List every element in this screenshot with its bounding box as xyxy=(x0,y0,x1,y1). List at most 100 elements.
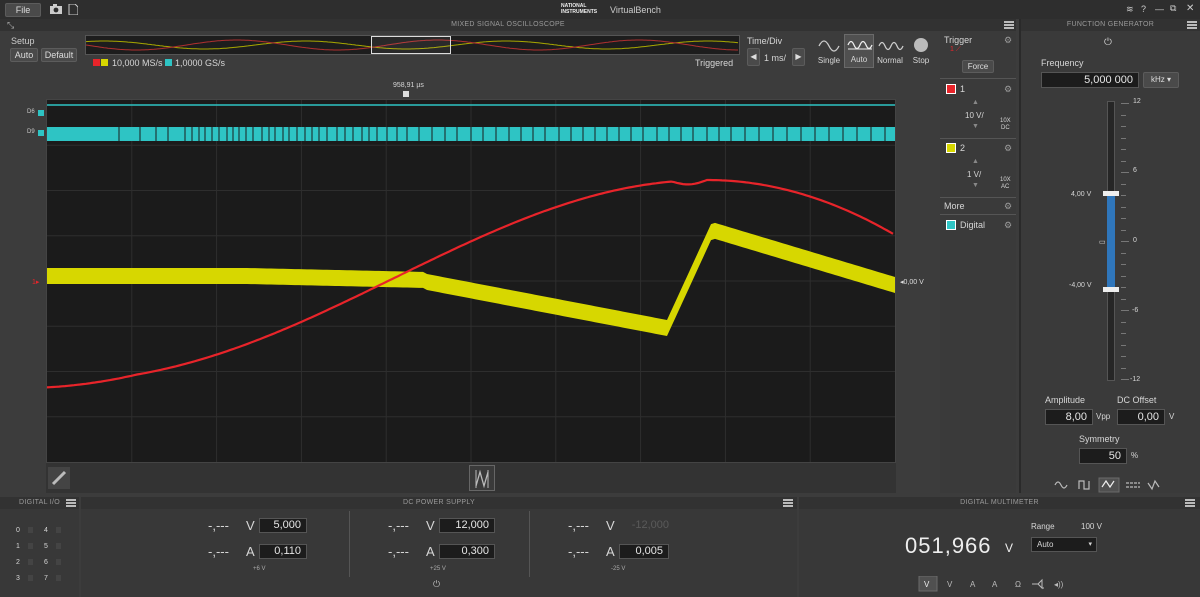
ch2-scale[interactable]: 1 V/ xyxy=(967,170,981,179)
stop-button[interactable]: Stop xyxy=(908,36,934,68)
amplitude-high-handle[interactable] xyxy=(1103,191,1119,196)
symmetry-input[interactable]: 50 xyxy=(1079,448,1127,464)
psu-6v-voltage-setpoint[interactable]: 5,000 xyxy=(259,518,307,533)
amplitude-input[interactable]: 8,00 xyxy=(1045,409,1093,425)
frequency-unit-select[interactable]: kHz ▾ xyxy=(1143,72,1179,88)
psu-25v-voltage-setpoint[interactable]: 12,000 xyxy=(439,518,495,533)
digital-enable-checkbox[interactable] xyxy=(946,220,956,230)
timediv-value[interactable]: 1 ms/ xyxy=(764,53,786,63)
resistance-mode-icon: Ω xyxy=(1015,580,1021,589)
measure-ruler-icon[interactable] xyxy=(48,467,70,489)
ch1-probe: 10X xyxy=(1000,118,1011,124)
dmm-range-value: 100 V xyxy=(1081,522,1102,531)
psu-6v-current-limit[interactable]: 0,110 xyxy=(259,544,307,559)
offset-handle-icon[interactable]: ▭ xyxy=(1099,238,1106,246)
slider-tick xyxy=(1121,160,1126,162)
psu-menu-icon[interactable] xyxy=(783,499,793,507)
dio-pin-3[interactable]: 3 xyxy=(16,571,26,587)
slider-tick xyxy=(1121,298,1126,300)
dio-pin-0[interactable]: 0 xyxy=(16,523,26,539)
collapse-arrows-icon[interactable]: ⤡ xyxy=(7,20,14,31)
more-settings-gear-icon[interactable]: ⚙ xyxy=(1004,201,1012,212)
auto-setup-button[interactable]: Auto xyxy=(10,48,38,62)
function-generator-panel: FUNCTION GENERATOR ⏻ Frequency 5,000 000… xyxy=(1019,19,1200,493)
ch2-settings-gear-icon[interactable]: ⚙ xyxy=(1004,143,1012,154)
psu-neg25v-voltage-setpoint[interactable]: -12,000 xyxy=(619,518,669,533)
auto-mode-button[interactable]: Auto xyxy=(844,34,874,68)
timediv-increase-button[interactable]: ▶ xyxy=(792,48,805,66)
sweep-wave-icon xyxy=(1147,479,1160,491)
psu-neg25v-current-limit[interactable]: 0,005 xyxy=(619,544,669,559)
dmm-menu-icon[interactable] xyxy=(1185,499,1195,507)
dio-pin-5[interactable]: 5 xyxy=(44,539,54,555)
dio-pin-6[interactable]: 6 xyxy=(44,555,54,571)
ch2-label: 2 xyxy=(960,143,966,153)
ch2-enable-checkbox[interactable] xyxy=(946,143,956,153)
restore-icon[interactable]: ⧉ xyxy=(1170,3,1176,14)
dc-offset-input[interactable]: 0,00 xyxy=(1117,409,1165,425)
dio-pin-2[interactable]: 2 xyxy=(16,555,26,571)
trigger-time-marker[interactable] xyxy=(403,91,409,97)
force-trigger-button[interactable]: Force xyxy=(962,60,994,73)
dio-pin-7[interactable]: 7 xyxy=(44,571,54,587)
normal-mode-button[interactable]: Normal xyxy=(876,36,904,68)
ch1-scale-up-icon[interactable]: ▲ xyxy=(972,99,979,106)
dmm-mode-selector: V V A A Ω ◂)) xyxy=(917,575,1077,592)
psu-channel-6v: -,--- V 5,000 -,--- A 0,110 +6 V xyxy=(128,518,328,578)
psu-25v-current-limit[interactable]: 0,300 xyxy=(439,544,495,559)
amplitude-low-handle[interactable] xyxy=(1103,287,1119,292)
ch1-settings-gear-icon[interactable]: ⚙ xyxy=(1004,84,1012,95)
file-menu-button[interactable]: File xyxy=(5,3,41,17)
overview-strip[interactable] xyxy=(85,35,740,55)
ch2-scale-up-icon[interactable]: ▲ xyxy=(972,158,979,165)
fgen-power-icon[interactable]: ⏻ xyxy=(1104,37,1112,48)
diode-mode-icon xyxy=(1032,578,1044,590)
close-icon[interactable]: ✕ xyxy=(1186,3,1194,14)
help-icon[interactable]: ? xyxy=(1141,4,1146,14)
dmm-range-select[interactable]: Auto ▾ xyxy=(1031,537,1097,552)
ch1-offset-marker[interactable]: 1▸ xyxy=(32,278,39,286)
scale-label-12: 12 xyxy=(1133,98,1141,105)
waveform-display[interactable] xyxy=(46,99,896,463)
symmetry-label: Symmetry xyxy=(1079,434,1120,444)
camera-icon[interactable] xyxy=(50,4,62,14)
sine-wave-icon xyxy=(1054,481,1068,489)
cursor-tool-icon[interactable] xyxy=(469,465,495,491)
psu-power-icon[interactable]: ⏻ xyxy=(433,579,440,590)
digital-multimeter-panel: DIGITAL MULTIMETER 051,966 V Range 100 V… xyxy=(799,497,1200,597)
dio-menu-icon[interactable] xyxy=(66,499,76,507)
more-label[interactable]: More xyxy=(944,201,965,211)
single-mode-button[interactable]: Single xyxy=(815,36,843,68)
dc-wave-icon xyxy=(1126,482,1140,488)
dmm-title: DIGITAL MULTIMETER xyxy=(960,499,1039,506)
digital-settings-gear-icon[interactable]: ⚙ xyxy=(1004,220,1012,231)
minimize-icon[interactable]: — xyxy=(1155,4,1164,14)
trigger-settings-gear-icon[interactable]: ⚙ xyxy=(1004,35,1012,46)
overview-window[interactable] xyxy=(371,36,451,54)
slider-tick xyxy=(1121,287,1126,288)
timediv-decrease-button[interactable]: ◀ xyxy=(747,48,760,66)
wifi-icon[interactable]: ≋ xyxy=(1126,4,1134,15)
dio-pin-4[interactable]: 4 xyxy=(44,523,54,539)
ch2-scale-down-icon[interactable]: ▼ xyxy=(972,182,979,189)
dio-pin-1[interactable]: 1 xyxy=(16,539,26,555)
continuity-mode-icon: ◂)) xyxy=(1054,580,1064,589)
default-setup-button[interactable]: Default xyxy=(41,48,77,62)
ch1-enable-checkbox[interactable] xyxy=(946,84,956,94)
scope-menu-icon[interactable] xyxy=(1004,21,1014,29)
ch1-label: 1 xyxy=(960,84,966,94)
psu-6v-measured-current: -,--- xyxy=(208,544,229,559)
trigger-level-marker[interactable]: ◂0,00 V xyxy=(900,278,924,286)
fgen-header: FUNCTION GENERATOR xyxy=(1021,19,1200,31)
ch1-scale[interactable]: 10 V/ xyxy=(965,111,984,120)
scope-header: MIXED SIGNAL OSCILLOSCOPE xyxy=(0,19,1016,31)
frequency-input[interactable]: 5,000 000 xyxy=(1041,72,1139,88)
slider-tick xyxy=(1121,356,1126,357)
slider-tick xyxy=(1121,275,1126,277)
document-icon[interactable] xyxy=(68,4,78,15)
slider-tick xyxy=(1121,252,1126,254)
fgen-menu-icon[interactable] xyxy=(1187,21,1197,29)
ch1-scale-down-icon[interactable]: ▼ xyxy=(972,123,979,130)
slider-tick xyxy=(1121,344,1126,346)
slider-tick xyxy=(1121,183,1126,185)
